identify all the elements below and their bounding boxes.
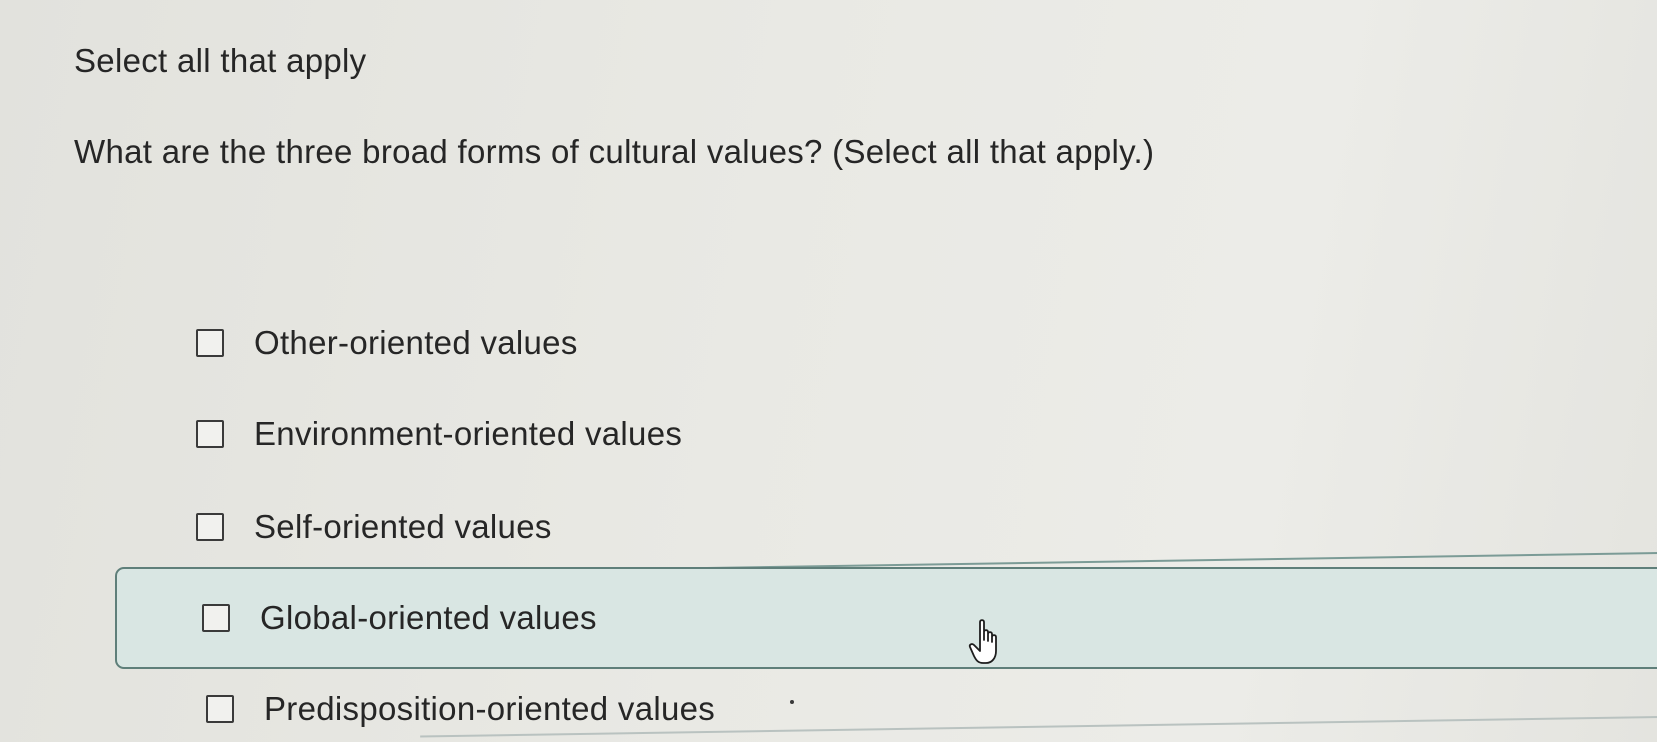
stray-dot bbox=[790, 700, 794, 704]
option-other-oriented[interactable]: Other-oriented values bbox=[196, 318, 578, 368]
checkbox-unchecked-icon[interactable] bbox=[196, 329, 224, 357]
question-text: What are the three broad forms of cultur… bbox=[74, 133, 1155, 170]
checkbox-unchecked-icon[interactable] bbox=[196, 420, 224, 448]
checkbox-unchecked-icon[interactable] bbox=[202, 604, 230, 632]
option-label: Environment-oriented values bbox=[254, 415, 683, 452]
option-label: Global-oriented values bbox=[260, 599, 597, 636]
option-label: Other-oriented values bbox=[254, 324, 578, 361]
option-label: Self-oriented values bbox=[254, 508, 552, 545]
checkbox-unchecked-icon[interactable] bbox=[196, 513, 224, 541]
option-label: Predisposition-oriented values bbox=[264, 690, 716, 727]
option-global-oriented[interactable]: Global-oriented values bbox=[202, 593, 597, 643]
option-self-oriented[interactable]: Self-oriented values bbox=[196, 502, 552, 552]
checkbox-unchecked-icon[interactable] bbox=[206, 695, 234, 723]
instruction-text: Select all that apply bbox=[74, 42, 367, 79]
option-environment-oriented[interactable]: Environment-oriented values bbox=[196, 409, 682, 459]
option-predisposition-oriented[interactable]: Predisposition-oriented values bbox=[206, 684, 715, 734]
hand-pointer-icon bbox=[968, 619, 997, 664]
